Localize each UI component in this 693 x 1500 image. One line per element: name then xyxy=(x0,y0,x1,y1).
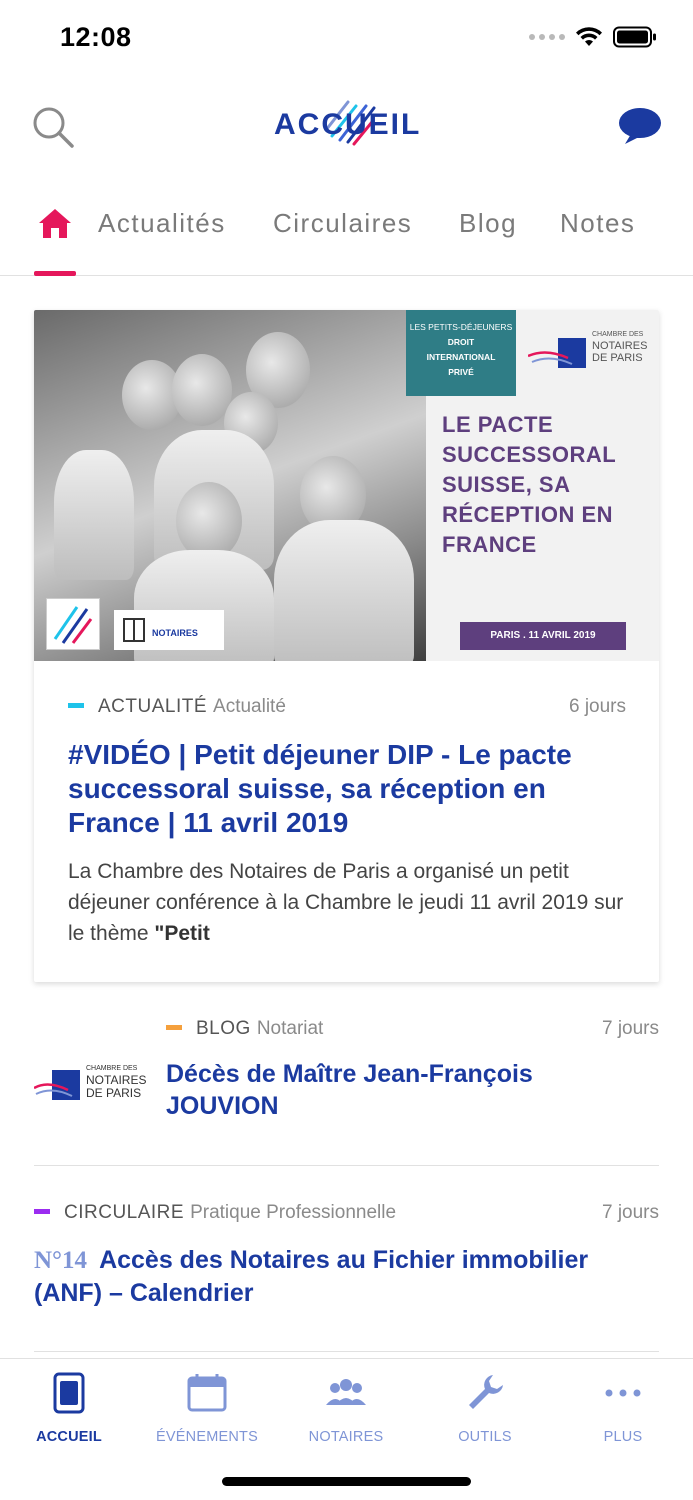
org-line1: CHAMBRE DES xyxy=(592,331,644,338)
home-icon xyxy=(39,209,71,238)
nav-notaires[interactable]: NOTAIRES xyxy=(277,1371,415,1447)
featured-meta: ACTUALITÉ Actualité 6 jours xyxy=(68,696,626,720)
more-icon xyxy=(605,1389,641,1397)
featured-article-card[interactable]: LES PETITS-DÉJEUNERS DROIT INTERNATIONAL… xyxy=(34,310,659,982)
org-line3: DE PARIS xyxy=(592,352,643,364)
nav-accueil[interactable]: ACCUEIL xyxy=(0,1371,138,1447)
signal-icon xyxy=(529,34,565,40)
nav-evenements[interactable]: ÉVÉNEMENTS xyxy=(138,1371,276,1447)
blog-date: 7 jours xyxy=(601,1018,659,1039)
featured-subcategory: Actualité xyxy=(213,696,286,717)
excerpt-bold: "Petit xyxy=(154,922,210,945)
blog-meta: BLOG Notariat 7 jours xyxy=(166,1018,659,1042)
active-tab-indicator xyxy=(34,271,76,276)
list-item-blog[interactable]: CHAMBRE DES NOTAIRES DE PARIS BLOG Notari… xyxy=(34,1018,659,1166)
badge-mid3-text: PRIVÉ xyxy=(448,367,474,377)
chambre-logo: CHAMBRE DES NOTAIRES DE PARIS xyxy=(528,328,654,378)
flag-mark-icon xyxy=(528,338,586,368)
nav-outils[interactable]: OUTILS xyxy=(416,1371,554,1447)
circ-subcategory: Pratique Professionnelle xyxy=(190,1202,397,1223)
tab-notes[interactable]: Notes xyxy=(560,208,635,239)
featured-date: 6 jours xyxy=(568,696,626,717)
stripes-logo-icon xyxy=(53,606,93,644)
notaires-badge-label: NOTAIRES xyxy=(152,628,198,638)
nav-label-notaires: NOTAIRES xyxy=(308,1429,384,1445)
list-item-circulaire[interactable]: CIRCULAIRE Pratique Professionnelle 7 jou… xyxy=(34,1202,659,1352)
tab-home[interactable] xyxy=(34,196,76,276)
home-indicator[interactable] xyxy=(222,1477,471,1486)
status-time: 12:08 xyxy=(60,22,132,52)
category-dash xyxy=(166,1024,182,1030)
tab-blog[interactable]: Blog xyxy=(459,208,517,239)
wifi-icon xyxy=(576,27,602,46)
nav-label-plus: PLUS xyxy=(603,1429,643,1445)
circ-category: CIRCULAIRE xyxy=(64,1202,185,1223)
circ-meta: CIRCULAIRE Pratique Professionnelle 7 jou… xyxy=(34,1202,659,1226)
chambre-flag-icon xyxy=(34,1070,80,1100)
circ-title: Accès des Notaires au Fichier immobilier… xyxy=(34,1246,589,1307)
featured-excerpt: La Chambre des Notaires de Paris a organ… xyxy=(68,856,628,949)
thumb-line3: DE PARIS xyxy=(86,1086,142,1100)
poster-title: LE PACTE SUCCESSORAL SUISSE, SA RÉCEPTIO… xyxy=(442,412,616,557)
featured-category: ACTUALITÉ xyxy=(98,696,208,717)
nav-plus[interactable]: PLUS xyxy=(554,1371,692,1447)
category-dash xyxy=(68,702,84,708)
wrench-icon xyxy=(469,1375,503,1409)
circ-number: N°14 xyxy=(34,1247,88,1274)
nav-label-outils: OUTILS xyxy=(458,1429,512,1445)
app-logo: ACCUEIL xyxy=(274,92,420,152)
chat-icon[interactable] xyxy=(617,106,663,146)
tab-circulaires[interactable]: Circulaires xyxy=(273,208,412,239)
blog-category: BLOG xyxy=(196,1018,251,1039)
blog-title[interactable]: Décès de Maître Jean-François JOUVION xyxy=(166,1058,626,1122)
circ-title-row[interactable]: N°14 Accès des Notaires au Fichier immobi… xyxy=(34,1244,634,1309)
excerpt-text: La Chambre des Notaires de Paris a organ… xyxy=(68,860,624,945)
people-icon xyxy=(326,1379,366,1405)
featured-title[interactable]: #VIDÉO | Petit déjeuner DIP - Le pacte s… xyxy=(68,738,628,840)
badge-top-text: LES PETITS-DÉJEUNERS xyxy=(409,322,513,332)
app-header: ACCUEIL xyxy=(0,76,693,176)
badge-mid1-text: DROIT xyxy=(447,337,475,347)
blog-thumbnail: CHAMBRE DES NOTAIRES DE PARIS xyxy=(34,1062,146,1108)
blog-thumb-text: CHAMBRE DES NOTAIRES DE PARIS xyxy=(86,1064,146,1100)
tab-actualites[interactable]: Actualités xyxy=(98,208,226,239)
search-icon[interactable] xyxy=(30,104,76,150)
nav-label-evenements: ÉVÉNEMENTS xyxy=(156,1429,258,1445)
featured-image: LES PETITS-DÉJEUNERS DROIT INTERNATIONAL… xyxy=(34,310,659,661)
org-text-small: CHAMBRE DES NOTAIRES DE PARIS xyxy=(592,330,647,364)
org-line2: NOTAIRES xyxy=(592,340,648,352)
badge-mid2-text: INTERNATIONAL xyxy=(426,352,496,362)
home-book-icon xyxy=(53,1372,85,1414)
tab-bar: Actualités Circulaires Blog Notes xyxy=(0,196,693,276)
blog-subcategory: Notariat xyxy=(256,1018,324,1039)
logo-text: ACCUEIL xyxy=(274,108,422,141)
status-bar: 12:08 xyxy=(0,0,693,76)
calendar-icon xyxy=(187,1374,227,1412)
notaires-badge: NOTAIRES xyxy=(114,610,224,650)
nav-label-accueil: ACCUEIL xyxy=(36,1429,102,1445)
battery-icon xyxy=(613,26,656,48)
poster-series-badge: LES PETITS-DÉJEUNERS DROIT INTERNATIONAL… xyxy=(406,310,516,396)
category-dash xyxy=(34,1208,50,1214)
circ-date: 7 jours xyxy=(601,1202,659,1223)
status-icons xyxy=(529,26,657,48)
notaires-mark-icon xyxy=(123,618,145,642)
poster-date: PARIS . 11 AVRIL 2019 xyxy=(460,622,626,650)
event-logo-badge xyxy=(46,598,100,650)
